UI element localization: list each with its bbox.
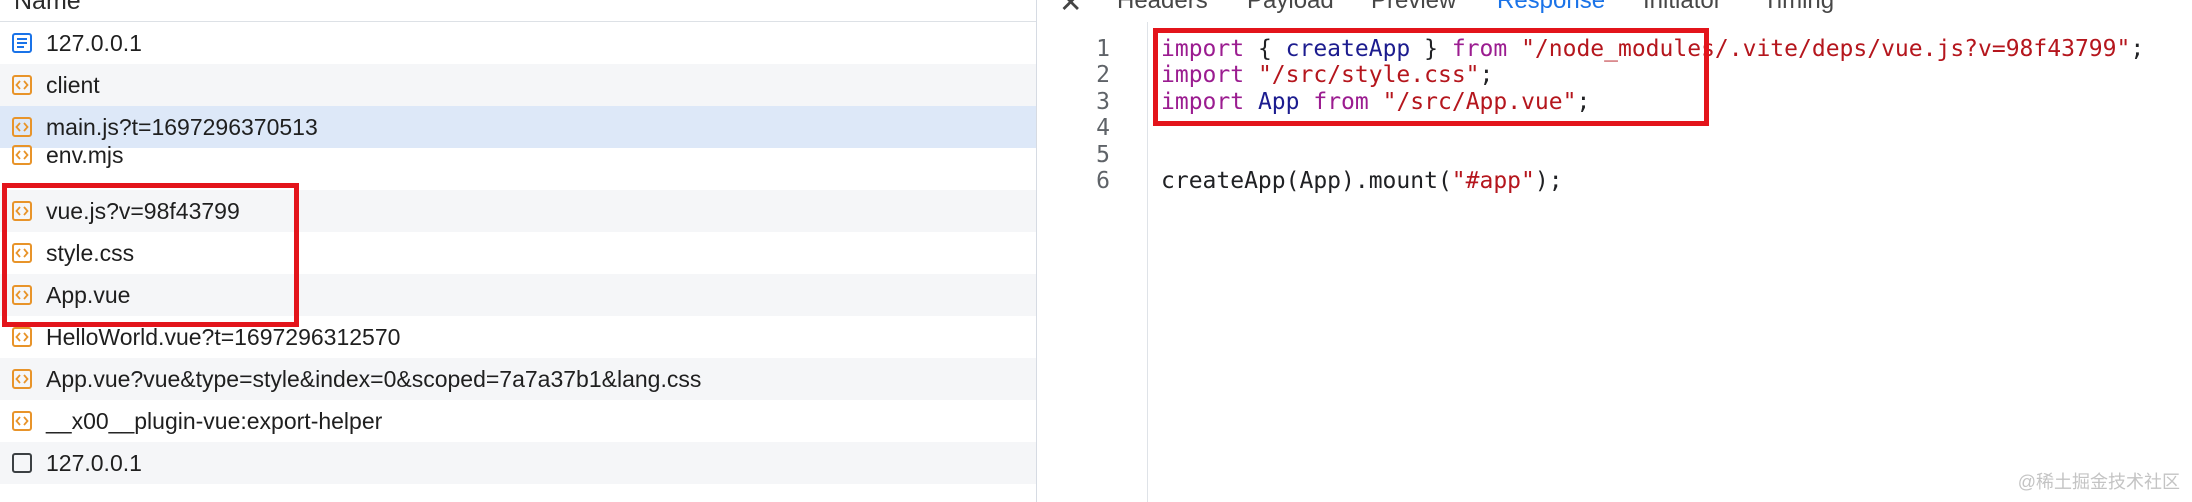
line-number: 2 [1096,62,1110,88]
code-text: createApp(App).mount( [1161,168,1452,194]
script-icon [12,369,32,389]
request-row[interactable]: __x00__plugin-vue:export-helper [0,400,1036,442]
detail-tabbar: ✕ Headers Payload Preview Response Initi… [1037,0,2192,22]
request-name: __x00__plugin-vue:export-helper [46,408,383,434]
document-icon [12,33,32,53]
line-number: 6 [1096,168,1110,194]
punctuation: ; [2130,36,2145,62]
request-name: 127.0.0.1 [46,30,142,56]
script-icon [12,411,32,431]
close-icon[interactable]: ✕ [1059,0,1082,19]
punctuation: ); [1534,168,1563,194]
tab-timing[interactable]: Timing [1763,0,1834,15]
request-name: App.vue?vue&type=style&index=0&scoped=7a… [46,366,702,392]
tab-response[interactable]: Response [1497,0,1605,15]
line-number: 5 [1096,142,1110,168]
annotation-box-files [2,183,299,327]
name-column-label: Name [14,0,81,15]
tab-headers[interactable]: Headers [1117,0,1208,15]
script-icon [12,145,32,165]
tab-initiator[interactable]: Initiator [1643,0,1722,15]
empty-checkbox-icon [12,453,32,473]
string-literal: "#app" [1451,168,1535,194]
request-name: 127.0.0.1 [46,450,142,476]
request-row[interactable]: App.vue?vue&type=style&index=0&scoped=7a… [0,358,1036,400]
request-row-selected[interactable]: main.js?t=1697296370513 [0,106,1036,148]
request-list-panel: Name 127.0.0.1 client main.js?t=16972963… [0,0,1037,502]
request-row[interactable]: client [0,64,1036,106]
code-line-5: createApp(App).mount("#app"); [1161,168,1563,195]
line-number: 3 [1096,89,1110,115]
script-icon [12,117,32,137]
tab-payload[interactable]: Payload [1247,0,1334,15]
request-row[interactable]: 127.0.0.1 [0,442,1036,484]
name-column-header[interactable]: Name [0,0,1036,22]
line-number: 1 [1096,36,1110,62]
line-number: 4 [1096,115,1110,141]
annotation-box-imports [1153,28,1709,126]
line-number-gutter: 1 2 3 4 5 6 [1037,22,1148,502]
request-name: client [46,72,100,98]
watermark: @稀土掘金技术社区 [2017,472,2180,492]
tab-preview[interactable]: Preview [1371,0,1456,15]
request-name: env.mjs [46,142,124,168]
script-icon [12,327,32,347]
request-row[interactable]: 127.0.0.1 [0,22,1036,64]
response-panel: ✕ Headers Payload Preview Response Initi… [1037,0,2192,502]
script-icon [12,75,32,95]
